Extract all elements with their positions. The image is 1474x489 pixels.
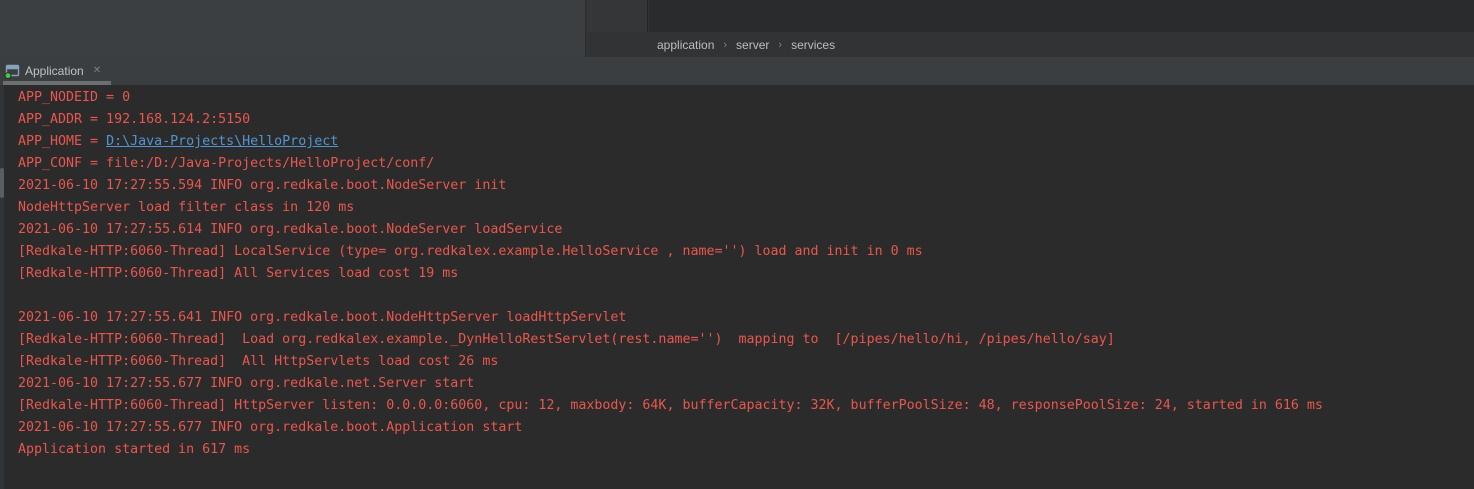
log-text: Application started in 617 ms: [18, 442, 250, 457]
log-text: APP_NODEID = 0: [18, 90, 130, 105]
log-text: 2021-06-10 17:27:55.677 INFO org.redkale…: [18, 376, 474, 391]
tab-application-label: Application: [25, 64, 84, 78]
log-text: 2021-06-10 17:27:55.641 INFO org.redkale…: [18, 310, 626, 325]
log-text: [Redkale-HTTP:6060-Thread] HttpServer li…: [18, 398, 1323, 413]
run-console-icon: [4, 63, 20, 79]
log-text: [Redkale-HTTP:6060-Thread] All Services …: [18, 266, 458, 281]
console-line: APP_CONF = file:/D:/Java-Projects/HelloP…: [18, 153, 1474, 175]
run-toolwindow-tabbar: Application ✕: [0, 57, 1474, 85]
log-text: 2021-06-10 17:27:55.594 INFO org.redkale…: [18, 178, 506, 193]
log-text: [Redkale-HTTP:6060-Thread] LocalService …: [18, 244, 923, 259]
console-line: [Redkale-HTTP:6060-Thread] HttpServer li…: [18, 395, 1474, 417]
breadcrumb: application › server › services: [587, 32, 1474, 57]
log-text: 2021-06-10 17:27:55.614 INFO org.redkale…: [18, 222, 562, 237]
log-text: [Redkale-HTTP:6060-Thread] All HttpServl…: [18, 354, 498, 369]
console-panel[interactable]: APP_NODEID = 0 APP_ADDR = 192.168.124.2:5…: [0, 85, 1474, 489]
console-line: 2021-06-10 17:27:55.677 INFO org.redkale…: [18, 417, 1474, 439]
console-line: [Redkale-HTTP:6060-Thread] LocalService …: [18, 241, 1474, 263]
log-text: NodeHttpServer load filter class in 120 …: [18, 200, 354, 215]
console-line: APP_NODEID = 0: [18, 87, 1474, 109]
console-line: 2021-06-10 17:27:55.594 INFO org.redkale…: [18, 175, 1474, 197]
console-line: NodeHttpServer load filter class in 120 …: [18, 197, 1474, 219]
breadcrumb-item-application[interactable]: application: [657, 38, 714, 52]
breadcrumb-item-services[interactable]: services: [791, 38, 835, 52]
console-line: [Redkale-HTTP:6060-Thread] All Services …: [18, 263, 1474, 285]
file-path-link[interactable]: D:\Java-Projects\HelloProject: [106, 134, 338, 149]
console-line: [Redkale-HTTP:6060-Thread] Load org.redk…: [18, 329, 1474, 351]
log-text: 2021-06-10 17:27:55.677 INFO org.redkale…: [18, 420, 522, 435]
console-line: 2021-06-10 17:27:55.614 INFO org.redkale…: [18, 219, 1474, 241]
console-line: [Redkale-HTTP:6060-Thread] All HttpServl…: [18, 351, 1474, 373]
console-line: APP_ADDR = 192.168.124.2:5150: [18, 109, 1474, 131]
console-line: 2021-06-10 17:27:55.641 INFO org.redkale…: [18, 307, 1474, 329]
ide-window: application › server › services Application …: [0, 0, 1474, 489]
log-text: APP_ADDR = 192.168.124.2:5150: [18, 112, 250, 127]
console-output: APP_NODEID = 0 APP_ADDR = 192.168.124.2:5…: [0, 87, 1474, 461]
log-text: APP_CONF = file:/D:/Java-Projects/HelloP…: [18, 156, 434, 171]
console-line: 2021-06-10 17:27:55.677 INFO org.redkale…: [18, 373, 1474, 395]
breadcrumb-item-server[interactable]: server: [736, 38, 769, 52]
log-text: [Redkale-HTTP:6060-Thread] Load org.redk…: [18, 332, 1115, 347]
breadcrumb-separator-icon: ›: [778, 39, 782, 51]
editor-pane-right[interactable]: [649, 0, 1474, 32]
editor-pane-left[interactable]: [0, 0, 586, 57]
tab-application[interactable]: Application ✕: [0, 57, 109, 85]
close-icon[interactable]: ✕: [93, 66, 101, 76]
editor-top-area: application › server › services: [0, 0, 1474, 57]
console-line: Application started in 617 ms: [18, 439, 1474, 461]
breadcrumb-separator-icon: ›: [723, 39, 727, 51]
console-line: APP_HOME = D:\Java-Projects\HelloProject: [18, 131, 1474, 153]
console-line: [18, 285, 1474, 307]
editor-split-panel: [587, 0, 648, 33]
log-text: APP_HOME =: [18, 134, 106, 149]
